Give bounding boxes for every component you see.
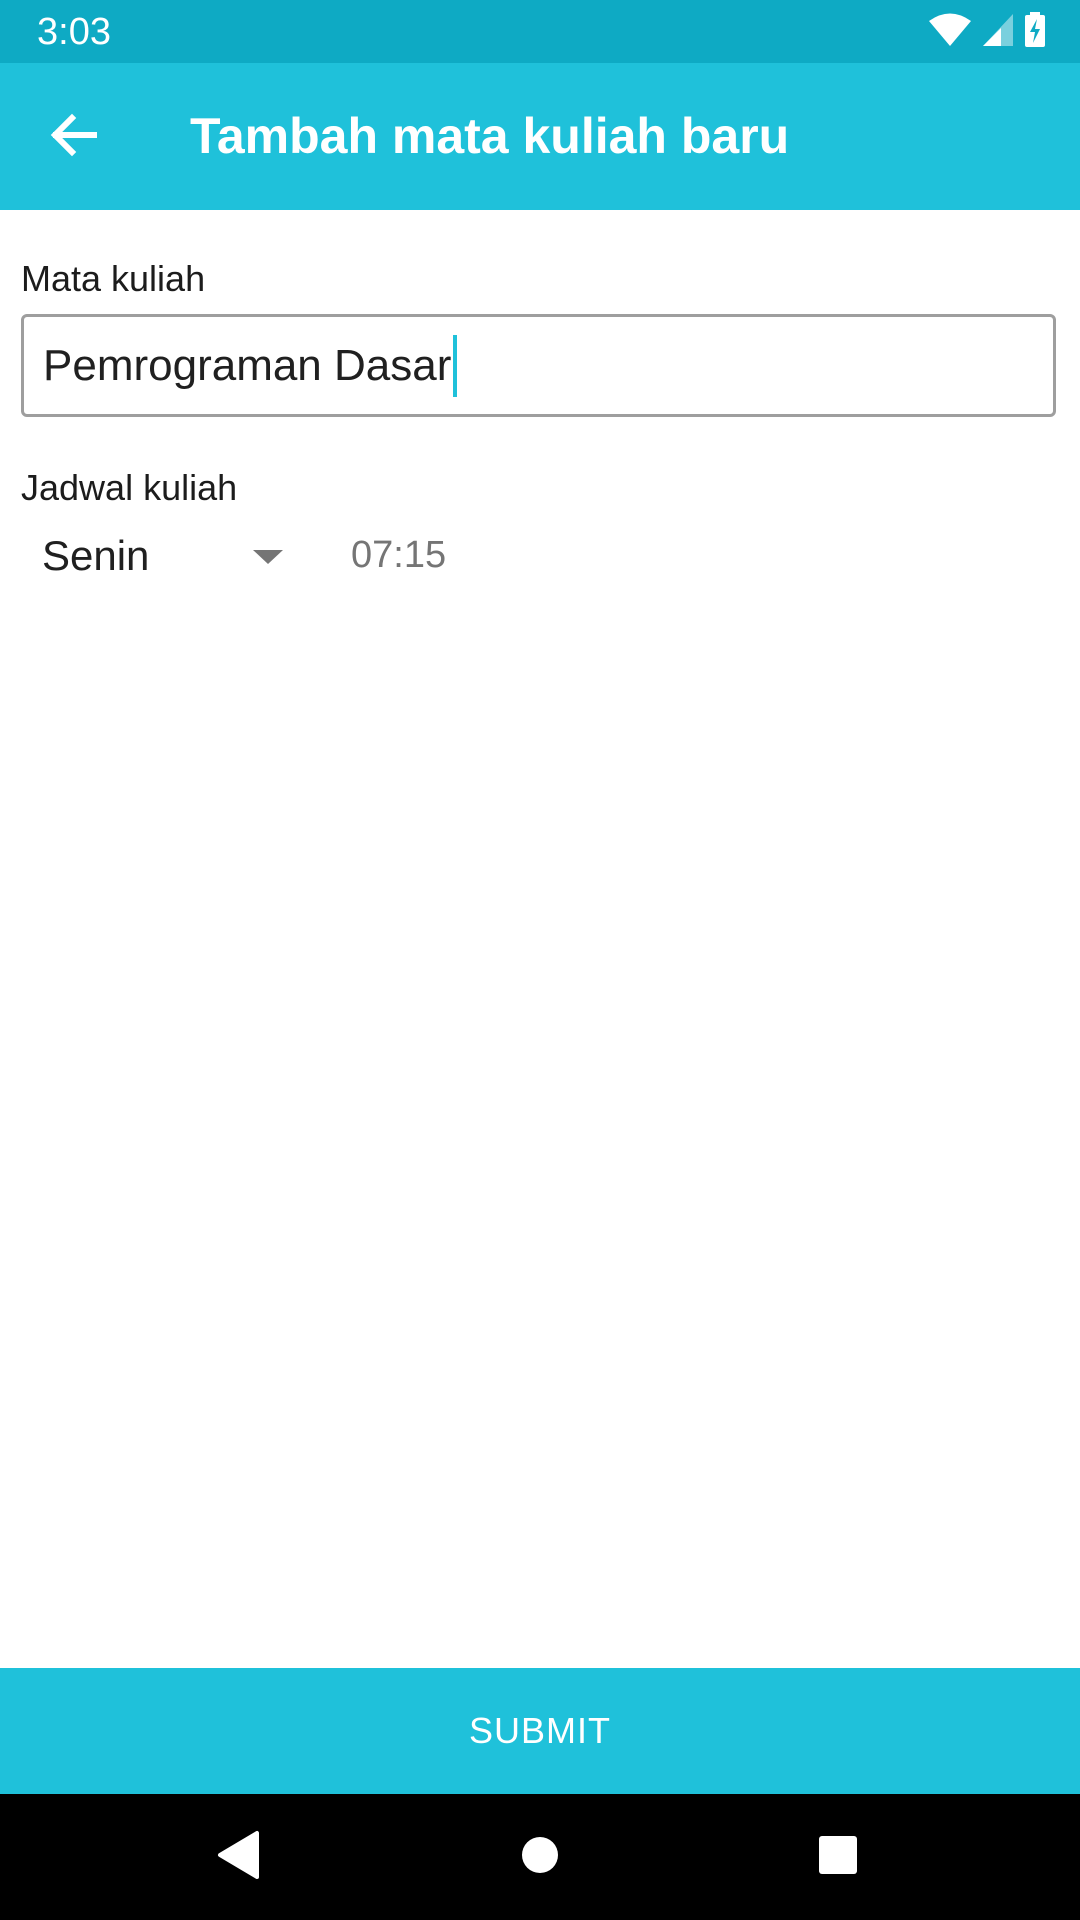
text-cursor [453,334,458,397]
battery-charging-icon [1024,11,1046,53]
day-selected-value: Senin [42,532,150,579]
nav-back-button[interactable] [209,1827,269,1887]
nav-recents-icon [818,1835,858,1880]
status-time: 3:03 [37,11,111,53]
wifi-icon [928,12,972,53]
app-bar: Tambah mata kuliah baru [0,63,1080,210]
course-label: Mata kuliah [21,258,206,299]
dropdown-arrow-icon [253,550,283,564]
status-icons [928,11,1046,53]
status-bar: 3:03 [0,0,1080,63]
cellular-signal-icon [982,13,1014,52]
course-input-value: Pemrograman Dasar [43,340,452,390]
day-spinner[interactable]: Senin [21,520,291,592]
time-picker-field[interactable]: 07:15 [351,532,446,578]
nav-home-button[interactable] [510,1827,570,1887]
submit-button[interactable]: SUBMIT [0,1668,1080,1794]
course-input[interactable]: Pemrograman Dasar [21,314,1056,417]
schedule-label: Jadwal kuliah [21,467,238,508]
nav-home-icon [520,1835,560,1880]
page-title: Tambah mata kuliah baru [190,108,790,164]
nav-recents-button[interactable] [808,1827,868,1887]
arrow-left-icon [50,113,98,162]
navigation-bar [0,1794,1080,1920]
screen: 3:03 Tambah mata kuliah baru Mata kuliah… [0,0,1080,1920]
nav-back-icon [217,1830,261,1885]
back-button[interactable] [32,95,116,179]
